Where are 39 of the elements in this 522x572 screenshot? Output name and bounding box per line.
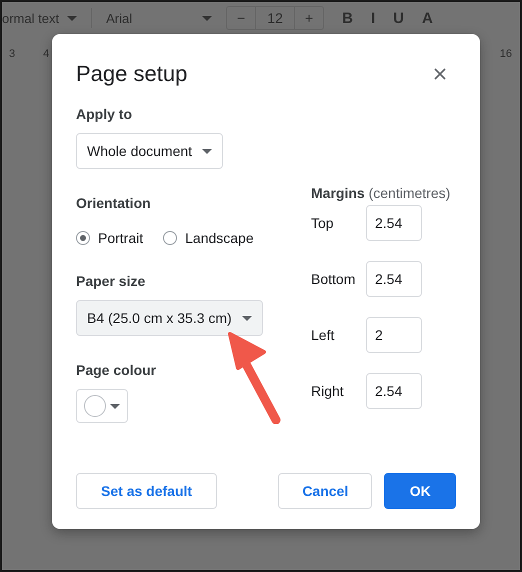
dialog-button[interactable]: Cancel [278,473,372,509]
style-dropdown[interactable]: ormal text [2,10,60,26]
apply-to-dropdown[interactable]: Whole document [76,133,224,169]
paper-size-label: Paper size [76,273,146,291]
ruler-number: 4 [43,48,50,60]
caret-icon [110,404,120,408]
margin-field[interactable]: 2.54 [366,261,422,297]
page-colour-label: Page colour [76,362,158,380]
ruler-number: 16 [500,48,512,60]
ruler-number: 3 [9,48,16,60]
caret-icon [242,316,252,320]
margin-field[interactable]: 2.54 [366,373,422,409]
font-dropdown[interactable]: Arial [106,10,132,26]
format-button[interactable]: I [370,10,376,26]
margin-field[interactable]: 2 [366,317,422,353]
format-button[interactable]: U [393,10,404,26]
margin-label: Right [311,383,345,399]
caret-icon [67,16,78,20]
margin-field[interactable]: 2.54 [366,205,422,241]
ok-button[interactable]: OK [384,473,456,509]
margins-label: Margins (centimetres) [311,185,452,203]
caret-icon [202,16,212,20]
radio-option[interactable]: Portrait [76,230,144,246]
paper-size-dropdown[interactable]: B4 (25.0 cm x 35.3 cm) [76,300,263,336]
dialog-title: Page setup [76,61,188,87]
dialog-button[interactable]: Set as default [76,473,218,509]
close-icon[interactable] [434,68,446,80]
orientation-label: Orientation [76,195,152,213]
margin-label: Bottom [311,271,356,287]
format-button[interactable]: A [422,10,433,26]
margin-label: Left [311,327,336,343]
font-size-field[interactable]: 12 [256,7,296,29]
format-button[interactable]: B [342,10,353,26]
caret-icon [202,148,212,154]
apply-to-label: Apply to [76,106,133,124]
increase-button[interactable]: + [295,7,324,29]
radio-option[interactable]: Landscape [163,230,254,246]
decrease-button[interactable]: − [227,7,256,29]
margin-label: Top [311,215,335,231]
